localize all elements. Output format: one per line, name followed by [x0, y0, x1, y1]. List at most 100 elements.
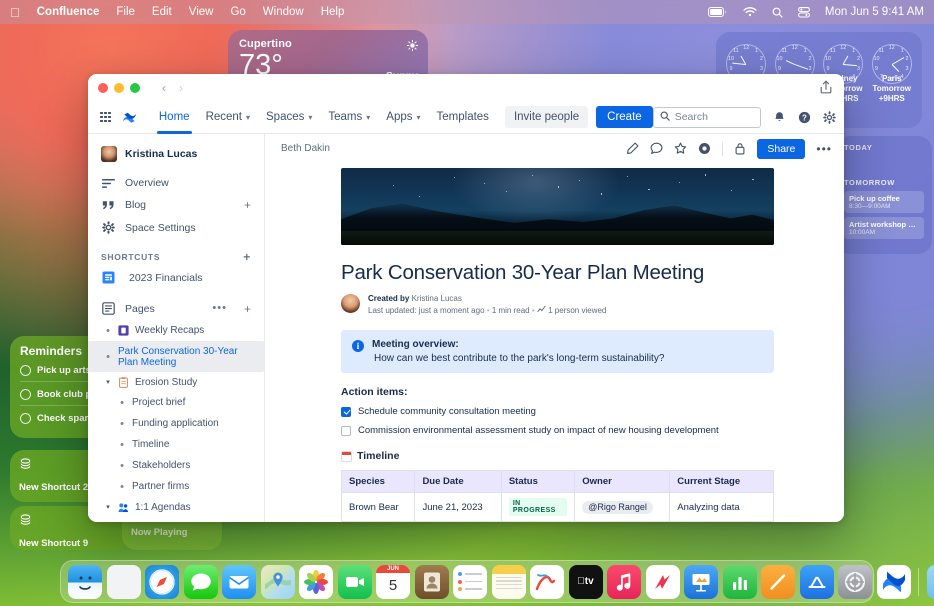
apple-icon[interactable]:  — [10, 6, 20, 19]
task-item[interactable]: Schedule community consultation meeting — [341, 406, 774, 417]
chevron-down-icon[interactable]: ▾ — [104, 503, 112, 511]
nav-item-spaces[interactable]: Spaces ▾ — [258, 101, 320, 134]
reminder-checkbox-icon[interactable] — [20, 413, 31, 424]
dock-item-pages[interactable] — [761, 565, 795, 599]
restrictions-lock-icon[interactable] — [734, 142, 746, 155]
pages-more-button[interactable]: ••• — [212, 303, 227, 314]
nav-item-teams[interactable]: Teams ▾ — [320, 101, 378, 134]
dock-item-messages[interactable] — [184, 565, 218, 599]
dock-item-music[interactable] — [607, 565, 641, 599]
sidebar-tree-item-funding-application[interactable]: • Funding application — [88, 413, 264, 434]
add-blog-button[interactable]: + — [244, 199, 251, 211]
sidebar-tree-item-erosion-study[interactable]: ▾ Erosion Study — [88, 372, 264, 392]
dock-item-calendar[interactable]: JUN 5 — [376, 565, 410, 599]
edit-pencil-icon[interactable] — [626, 142, 639, 155]
share-button[interactable]: Share — [757, 139, 805, 159]
notifications-bell-icon[interactable] — [773, 111, 786, 124]
sidebar-tree-item-weekly-recaps[interactable]: • Weekly Recaps — [88, 320, 264, 341]
task-checkbox-unchecked[interactable] — [341, 426, 351, 436]
search-icon[interactable] — [772, 7, 783, 18]
dock-item-facetime[interactable] — [338, 565, 372, 599]
nav-item-templates[interactable]: Templates — [429, 101, 497, 134]
nav-item-home[interactable]: Home — [151, 101, 198, 134]
table-row[interactable]: Brown Bear June 21, 2023 IN PROGRESS @Ri… — [342, 493, 774, 522]
app-switcher-grid-icon[interactable] — [100, 112, 111, 123]
share-icon[interactable] — [820, 80, 832, 97]
dock-item-freeform[interactable] — [530, 565, 564, 599]
dock-item-news[interactable] — [646, 565, 680, 599]
back-button[interactable]: ‹ — [162, 81, 166, 95]
nav-item-apps[interactable]: Apps ▾ — [378, 101, 428, 134]
sidebar-tree-item-park-conservation[interactable]: • Park Conservation 30-Year Plan Meeting — [88, 341, 264, 372]
sidebar-tree-item-1-1-agendas[interactable]: ▾ 1:1 Agendas — [88, 497, 264, 517]
menu-item-help[interactable]: Help — [321, 6, 345, 18]
task-checkbox-checked[interactable] — [341, 407, 351, 417]
dock-item-photos[interactable] — [299, 565, 333, 599]
breadcrumb[interactable]: Beth Dakin — [281, 143, 330, 154]
minimize-icon[interactable] — [114, 83, 124, 93]
nav-item-recent[interactable]: Recent ▾ — [198, 101, 258, 134]
dock-item-safari[interactable] — [145, 565, 179, 599]
dock-item-notes[interactable] — [492, 565, 526, 599]
dock-item-apple-tv[interactable]: tv — [569, 565, 603, 599]
reminder-checkbox-icon[interactable] — [20, 365, 31, 376]
dock-item-launchpad[interactable] — [107, 565, 141, 599]
forward-button[interactable]: › — [179, 81, 183, 95]
calendar-widget[interactable]: TODAY TOMORROW Pick up coffee 8:30—9:00A… — [836, 136, 932, 254]
calendar-event[interactable]: Artist workshop kick… 10:00AM — [844, 217, 924, 239]
menu-app-name[interactable]: Confluence — [37, 6, 100, 18]
create-button[interactable]: Create — [596, 106, 653, 128]
control-center-icon[interactable] — [798, 7, 810, 18]
task-item[interactable]: Commission environmental assessment stud… — [341, 425, 774, 436]
view-count[interactable]: 1 person viewed — [548, 306, 606, 315]
menu-item-view[interactable]: View — [189, 6, 214, 18]
dock-item-finder[interactable] — [68, 565, 102, 599]
help-icon[interactable]: ? — [798, 111, 811, 124]
sidebar-item-space-settings[interactable]: Space Settings — [88, 216, 264, 239]
dock-item-numbers[interactable] — [723, 565, 757, 599]
calendar-event[interactable]: Pick up coffee 8:30—9:00AM — [844, 191, 924, 213]
comment-icon[interactable] — [650, 142, 663, 155]
sidebar-user[interactable]: Kristina Lucas — [88, 142, 264, 172]
zoom-icon[interactable] — [130, 83, 140, 93]
sidebar-pages-header[interactable]: Pages ••• + — [88, 297, 264, 320]
menu-item-go[interactable]: Go — [230, 6, 245, 18]
invite-people-button[interactable]: Invite people — [505, 106, 588, 128]
dock-item-downloads-folder[interactable] — [927, 565, 934, 599]
sidebar-tree-item-project-brief[interactable]: • Project brief — [88, 392, 264, 413]
sidebar-tree-item-partner-firms[interactable]: • Partner firms — [88, 476, 264, 497]
sidebar-item-overview[interactable]: Overview — [88, 172, 264, 194]
add-page-button[interactable]: + — [244, 303, 251, 315]
dock-item-maps[interactable] — [261, 565, 295, 599]
sidebar-item-2023-financials[interactable]: 2023 Financials — [88, 266, 264, 289]
wifi-icon[interactable] — [743, 7, 757, 17]
sidebar-item-blog[interactable]: Blog + — [88, 194, 264, 216]
battery-icon[interactable] — [708, 7, 728, 17]
menu-bar-clock[interactable]: Mon Jun 5 9:41 AM — [825, 6, 924, 18]
reminder-checkbox-icon[interactable] — [20, 389, 31, 400]
sidebar-tree-item-stakeholders[interactable]: • Stakeholders — [88, 455, 264, 476]
menu-item-edit[interactable]: Edit — [152, 6, 172, 18]
confluence-logo-icon[interactable] — [122, 110, 137, 125]
user-mention[interactable]: @Rigo Rangel — [582, 501, 653, 514]
star-icon[interactable] — [674, 142, 687, 155]
sidebar-tree-item-timeline[interactable]: • Timeline — [88, 434, 264, 455]
world-clock-item[interactable]: 121 23 45 67 910 11 Paris Tomorrow +9HRS — [868, 36, 916, 110]
dock-item-mail[interactable] — [222, 565, 256, 599]
dock-item-app-store[interactable] — [800, 565, 834, 599]
dock-item-contacts[interactable] — [415, 565, 449, 599]
watch-eye-icon[interactable] — [698, 142, 711, 155]
add-shortcut-button[interactable]: + — [243, 251, 251, 263]
search-input[interactable]: Search — [653, 107, 761, 128]
settings-gear-icon[interactable] — [823, 111, 836, 124]
close-icon[interactable] — [98, 83, 108, 93]
dock-item-keynote[interactable] — [684, 565, 718, 599]
menu-item-file[interactable]: File — [116, 6, 135, 18]
created-by-name[interactable]: Kristina Lucas — [412, 294, 462, 303]
dock-item-reminders[interactable] — [453, 565, 487, 599]
page-more-button[interactable]: ••• — [816, 142, 832, 156]
dock-item-system-settings[interactable] — [838, 565, 872, 599]
dock-item-confluence[interactable] — [877, 565, 911, 599]
chevron-down-icon[interactable]: ▾ — [104, 378, 112, 386]
menu-item-window[interactable]: Window — [263, 6, 304, 18]
